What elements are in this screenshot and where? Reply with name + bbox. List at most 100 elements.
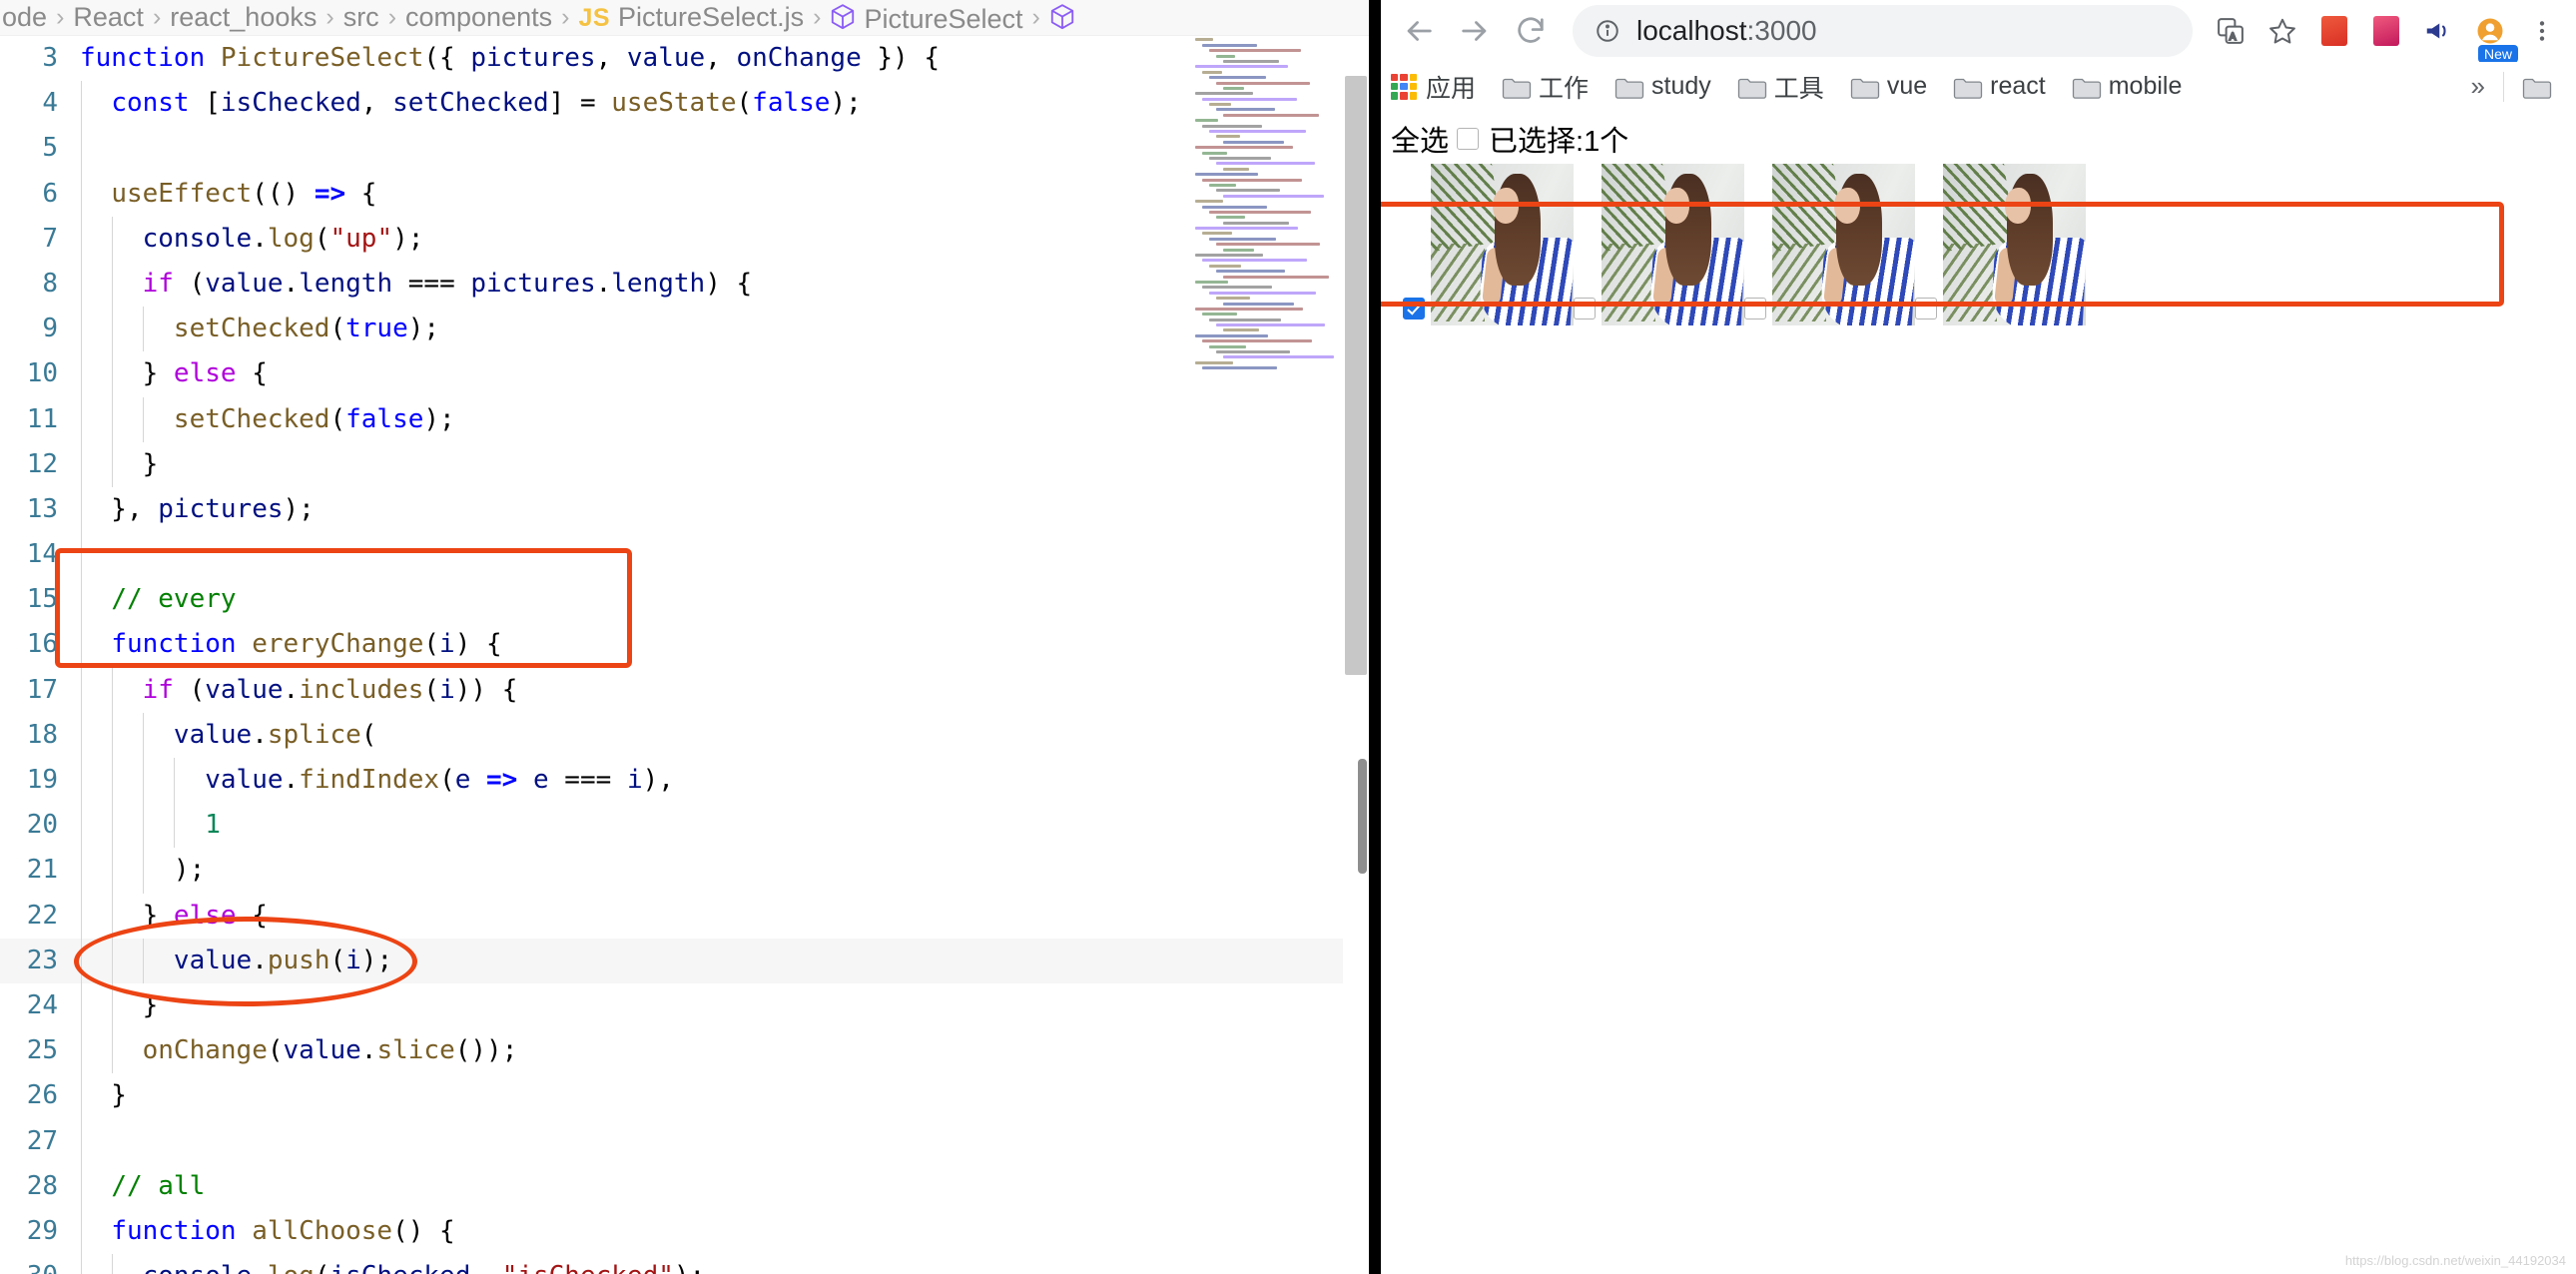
code-token (517, 765, 533, 795)
extension-megaphone-icon[interactable] (2414, 7, 2462, 55)
breadcrumb-item-ode[interactable]: ode (2, 2, 47, 33)
breadcrumb-item-react[interactable]: React (73, 2, 144, 33)
picture-checkbox-3[interactable] (1744, 298, 1766, 319)
address-bar[interactable]: localhost:3000 (1573, 5, 2193, 57)
code-line[interactable]: 3function PictureSelect({ pictures, valu… (0, 36, 1369, 81)
breadcrumb-item-label: PictureSelect.js (618, 2, 804, 32)
code-line-text: console.log(isChecked, "isChecked"); (72, 1254, 1369, 1274)
code-line[interactable]: 9 setChecked(true); (0, 307, 1369, 351)
minimap-line (1202, 286, 1272, 289)
bookmark-item-trailing[interactable] (2522, 76, 2550, 98)
code-token: i (627, 765, 643, 795)
bookmarks-overflow-icon[interactable]: » (2471, 71, 2485, 102)
indent-guide (81, 81, 82, 126)
code-line[interactable]: 14 (0, 532, 1369, 577)
bookmark-item-cn-0[interactable]: 应用 (1391, 69, 1476, 105)
code-token: ) { (455, 629, 502, 659)
code-line[interactable]: 18 value.splice( (0, 713, 1369, 758)
bookmark-item-cn-3[interactable]: 工具 (1737, 69, 1824, 105)
code-line[interactable]: 15 // every (0, 577, 1369, 622)
picture-item[interactable] (1915, 164, 2086, 325)
breadcrumb-item-symbol[interactable] (1049, 0, 1083, 35)
picture-thumbnail[interactable] (1602, 164, 1744, 325)
code-token: (() (252, 179, 315, 209)
code-token: value (205, 675, 283, 705)
reload-icon[interactable] (1503, 3, 1559, 59)
select-all-checkbox[interactable] (1457, 128, 1479, 150)
code-lines[interactable]: 3function PictureSelect({ pictures, valu… (0, 36, 1369, 1274)
code-line[interactable]: 12 } (0, 442, 1369, 487)
code-line[interactable]: 5 (0, 126, 1369, 171)
bookmark-item-react[interactable]: react (1953, 72, 2046, 101)
picture-checkbox-4[interactable] (1915, 298, 1937, 319)
code-line[interactable]: 11 setChecked(false); (0, 397, 1369, 442)
extension-red-icon[interactable] (2310, 7, 2358, 55)
extension-pink-icon[interactable] (2362, 7, 2410, 55)
code-line[interactable]: 20 1 (0, 803, 1369, 848)
code-line[interactable]: 13 }, pictures); (0, 487, 1369, 532)
indent-guide (143, 397, 144, 442)
bookmark-item-cn-1[interactable]: 工作 (1502, 69, 1589, 105)
forward-icon[interactable] (1447, 3, 1503, 59)
chrome-menu-icon[interactable] (2518, 7, 2566, 55)
profile-avatar-icon[interactable]: New (2466, 7, 2514, 55)
minimap-line (1216, 55, 1235, 58)
code-line[interactable]: 29 function allChoose() { (0, 1209, 1369, 1254)
code-line[interactable]: 21 ); (0, 848, 1369, 893)
code-line[interactable]: 25 onChange(value.slice()); (0, 1028, 1369, 1073)
picture-thumbnail[interactable] (1431, 164, 1574, 325)
picture-item[interactable] (1403, 164, 1574, 325)
picture-list[interactable] (1381, 164, 2576, 325)
bookmark-item-vue[interactable]: vue (1850, 72, 1927, 101)
editor-scrollbar-thumb[interactable] (1345, 76, 1367, 675)
site-info-icon[interactable] (1595, 18, 1620, 44)
code-token: i (439, 675, 455, 705)
minimap-line (1209, 103, 1231, 106)
code-line-text: // all (72, 1164, 1369, 1209)
editor-scrollbar-track[interactable] (1343, 36, 1369, 1274)
code-token (80, 946, 174, 975)
code-line[interactable]: 28 // all (0, 1164, 1369, 1209)
code-line[interactable]: 17 if (value.includes(i)) { (0, 668, 1369, 713)
translate-icon[interactable]: A (2207, 7, 2254, 55)
bookmark-item-study[interactable]: study (1614, 72, 1711, 101)
breadcrumb-item-src[interactable]: src (343, 2, 379, 33)
code-line[interactable]: 27 (0, 1119, 1369, 1164)
code-line[interactable]: 19 value.findIndex(e => e === i), (0, 758, 1369, 803)
back-icon[interactable] (1391, 3, 1447, 59)
bookmark-star-icon[interactable] (2258, 7, 2306, 55)
picture-thumbnail[interactable] (1772, 164, 1915, 325)
breadcrumb-item-label: ode (2, 2, 47, 32)
breadcrumb-item-components[interactable]: components (405, 2, 552, 33)
code-viewport[interactable]: 3function PictureSelect({ pictures, valu… (0, 36, 1369, 1274)
breadcrumb[interactable]: ode›React›react_hooks›src›components›JSP… (0, 0, 1369, 36)
picture-item[interactable] (1744, 164, 1915, 325)
picture-checkbox-2[interactable] (1574, 298, 1596, 319)
picture-thumbnail[interactable] (1943, 164, 2086, 325)
code-line[interactable]: 26 } (0, 1073, 1369, 1118)
bookmarks-bar[interactable]: 应用工作 study 工具 vue react mobile » (1381, 62, 2576, 112)
web-page-viewport[interactable]: 全选 已选择:1个 https://blog.csdn.net/weixin_4… (1381, 112, 2576, 1274)
editor-minimap[interactable] (1191, 36, 1341, 375)
code-line[interactable]: 23 value.push(i); (0, 939, 1369, 983)
code-token: === (392, 269, 470, 299)
code-line[interactable]: 22 } else { (0, 894, 1369, 939)
code-line[interactable]: 16 function ereryChange(i) { (0, 622, 1369, 667)
breadcrumb-item-pictureselectjs[interactable]: JSPictureSelect.js (578, 2, 804, 33)
picture-checkbox-1[interactable] (1403, 298, 1425, 319)
code-line[interactable]: 30 console.log(isChecked, "isChecked"); (0, 1254, 1369, 1274)
bookmark-item-mobile[interactable]: mobile (2072, 72, 2183, 101)
bookmark-label: study (1651, 72, 1711, 101)
code-line[interactable]: 4 const [isChecked, setChecked] = useSta… (0, 81, 1369, 126)
code-line[interactable]: 7 console.log("up"); (0, 217, 1369, 262)
picture-item[interactable] (1574, 164, 1744, 325)
code-line[interactable]: 10 } else { (0, 351, 1369, 396)
code-line[interactable]: 24 } (0, 983, 1369, 1028)
code-line[interactable]: 8 if (value.length === pictures.length) … (0, 262, 1369, 307)
breadcrumb-item-pictureselect[interactable]: PictureSelect (830, 0, 1022, 35)
code-token: ( (174, 675, 205, 705)
bookmark-label: mobile (2109, 72, 2183, 101)
code-line[interactable]: 6 useEffect(() => { (0, 172, 1369, 217)
breadcrumb-item-react_hooks[interactable]: react_hooks (170, 2, 317, 33)
page-scrollbar-thumb[interactable] (1358, 759, 1367, 874)
